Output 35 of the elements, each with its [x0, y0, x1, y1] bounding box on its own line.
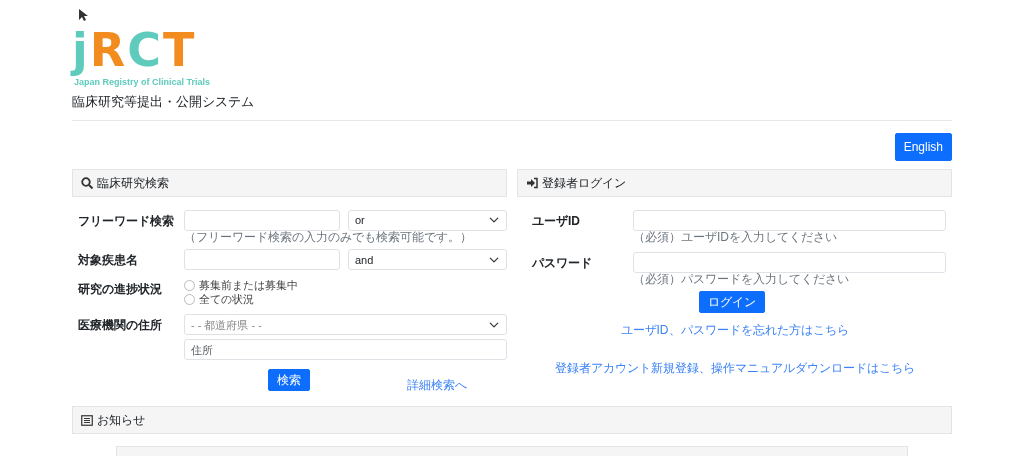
- operator-select[interactable]: and: [348, 249, 507, 271]
- field-label: パスワード: [531, 255, 593, 273]
- section-title: お知らせ: [97, 412, 145, 430]
- forgot-credentials-link[interactable]: ユーザID、パスワードを忘れた方はこちら: [620, 321, 849, 340]
- field-label: 対象疾患名: [77, 252, 139, 270]
- notice-icon: [81, 414, 93, 426]
- field-hint: （必須）パスワードを入力してください: [633, 273, 850, 288]
- field-label: フリーワード検索: [77, 212, 175, 230]
- advanced-search-link[interactable]: 詳細検索へ: [407, 376, 467, 395]
- system-title: 臨床研究等提出・公開システム: [72, 94, 255, 110]
- search-icon: [81, 176, 93, 189]
- cursor-icon: [78, 8, 88, 22]
- logo-wordmark: j RCT: [72, 22, 197, 78]
- field-label: 医療機関の住所: [77, 317, 163, 335]
- login-button[interactable]: ログイン: [699, 291, 765, 314]
- login-icon: [526, 176, 538, 189]
- text-input[interactable]: [633, 209, 946, 231]
- radio-label: 募集前または募集中: [199, 278, 298, 294]
- logo-tagline: Japan Registry of Clinical Trials: [73, 76, 211, 89]
- search-button[interactable]: 検索: [268, 369, 310, 392]
- registration-link[interactable]: 登録者アカウント新規登録、操作マニュアルダウンロードはこちら: [554, 359, 915, 378]
- field-hint: （フリーワード検索の入力のみでも検索可能です。）: [184, 230, 473, 245]
- text-input[interactable]: [184, 249, 340, 271]
- prefecture-select[interactable]: - - 都道府県 - -: [184, 314, 507, 336]
- section-title: 登録者ログイン: [542, 174, 626, 192]
- field-label: ユーザID: [531, 212, 581, 230]
- operator-select[interactable]: or: [348, 209, 507, 231]
- language-button[interactable]: English: [894, 132, 952, 161]
- field-hint: （必須）ユーザIDを入力してください: [633, 230, 838, 245]
- address-input[interactable]: 住所: [184, 339, 507, 361]
- section-title: 臨床研究検索: [97, 174, 169, 192]
- text-input[interactable]: [633, 252, 946, 274]
- field-label: 研究の進捗状況: [77, 281, 163, 299]
- text-input[interactable]: [184, 209, 340, 231]
- radio-label: 全ての状況: [199, 292, 254, 308]
